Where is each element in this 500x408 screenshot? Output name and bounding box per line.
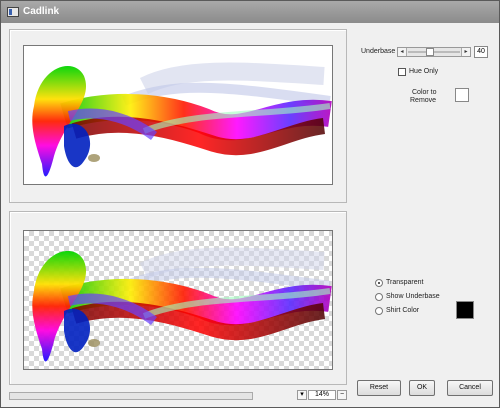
shirt-color-label: Shirt Color xyxy=(386,307,420,314)
slider-right-arrow-icon[interactable]: ▸ xyxy=(461,48,470,56)
underbase-label: Underbase xyxy=(361,48,396,55)
rainbow-wave-art-transparent xyxy=(32,247,332,362)
show-underbase-radio[interactable] xyxy=(375,293,383,301)
original-preview-canvas xyxy=(23,45,333,185)
hue-only-label: Hue Only xyxy=(409,68,439,75)
title-bar[interactable]: Cadlink xyxy=(1,1,499,23)
underbase-slider[interactable]: ◂ ▸ xyxy=(397,47,471,57)
color-to-remove-swatch[interactable] xyxy=(455,88,469,102)
cadlink-dialog: Cadlink Underbase ◂ ▸ 40 Hue Only Color … xyxy=(0,0,500,408)
rainbow-wave-art xyxy=(32,62,332,177)
slider-track[interactable] xyxy=(408,51,460,53)
reset-button[interactable]: Reset xyxy=(357,380,401,396)
slider-left-arrow-icon[interactable]: ◂ xyxy=(398,48,407,56)
show-underbase-label: Show Underbase xyxy=(386,293,440,300)
zoom-down-icon[interactable]: ▾ xyxy=(297,390,307,400)
shirt-color-swatch[interactable] xyxy=(456,301,474,319)
color-to-remove-label-line2: Remove xyxy=(410,97,437,104)
transparent-label: Transparent xyxy=(386,279,424,286)
hue-only-checkbox[interactable] xyxy=(398,68,406,76)
result-preview-canvas xyxy=(23,230,333,370)
underbase-value-field[interactable]: 40 xyxy=(474,46,488,58)
transparent-radio[interactable] xyxy=(375,279,383,287)
horizontal-scrollbar[interactable] xyxy=(9,392,253,400)
zoom-up-icon[interactable]: − xyxy=(337,390,347,400)
cancel-button[interactable]: Cancel xyxy=(447,380,493,396)
original-preview-panel xyxy=(9,29,347,203)
color-to-remove-label-line1: Color to xyxy=(412,89,437,96)
app-window-icon xyxy=(7,7,19,17)
slider-thumb[interactable] xyxy=(425,48,434,56)
window-title: Cadlink xyxy=(23,6,60,17)
ok-button[interactable]: OK xyxy=(409,380,435,396)
shirt-color-radio[interactable] xyxy=(375,307,383,315)
result-preview-panel xyxy=(9,211,347,385)
zoom-level-field[interactable]: 14% xyxy=(308,390,336,400)
